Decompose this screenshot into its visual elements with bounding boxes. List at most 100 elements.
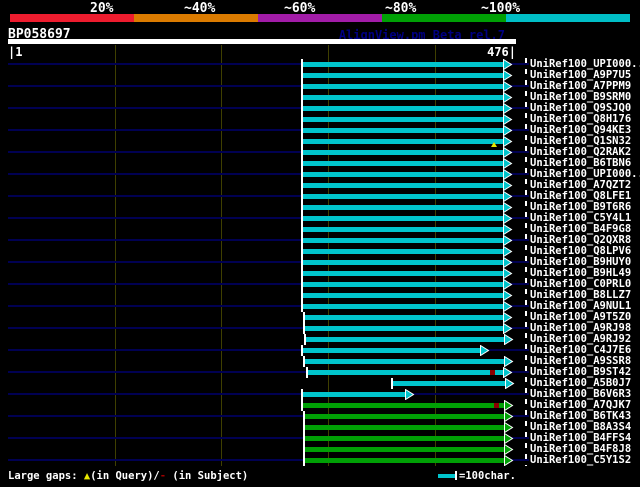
subject-gap-marker bbox=[493, 403, 499, 408]
arrowhead-icon bbox=[503, 114, 513, 125]
alignment-start-tick bbox=[300, 389, 303, 400]
alignment-bar[interactable] bbox=[302, 304, 504, 309]
arrowhead-icon bbox=[503, 290, 513, 301]
alignment-start-tick bbox=[300, 202, 303, 213]
alignment-bar[interactable] bbox=[302, 260, 504, 265]
arrowhead-icon bbox=[503, 257, 513, 268]
arrowhead-icon bbox=[504, 455, 514, 466]
alignment-bar[interactable] bbox=[302, 403, 505, 408]
alignment-bar[interactable] bbox=[304, 447, 505, 452]
alignment-start-tick bbox=[300, 147, 303, 158]
alignment-start-tick bbox=[300, 345, 303, 356]
arrowhead-icon bbox=[503, 158, 513, 169]
arrowhead-icon bbox=[503, 301, 513, 312]
alignment-start-tick bbox=[300, 70, 303, 81]
arrowhead-icon bbox=[504, 400, 514, 411]
alignment-bar[interactable] bbox=[304, 414, 505, 419]
arrowhead-icon bbox=[503, 246, 513, 257]
alignment-start-tick bbox=[300, 290, 303, 301]
alignment-bar[interactable] bbox=[304, 359, 505, 364]
arrowhead-icon bbox=[503, 213, 513, 224]
alignment-bar[interactable] bbox=[302, 194, 504, 199]
query-gap-marker bbox=[490, 142, 497, 147]
alignment-start-tick bbox=[300, 158, 303, 169]
alignment-bar[interactable] bbox=[302, 183, 504, 188]
alignment-start-tick bbox=[300, 114, 303, 125]
arrowhead-icon bbox=[503, 224, 513, 235]
alignment-start-tick bbox=[300, 92, 303, 103]
alignment-bar[interactable] bbox=[304, 425, 505, 430]
alignment-bar[interactable] bbox=[304, 326, 504, 331]
alignment-bar[interactable] bbox=[302, 73, 504, 78]
hit-label[interactable]: UniRef100_C5Y1S2 bbox=[530, 455, 631, 466]
alignment-bar[interactable] bbox=[302, 271, 504, 276]
alignment-bar[interactable] bbox=[304, 436, 505, 441]
alignment-start-tick bbox=[302, 356, 305, 367]
alignment-bar[interactable] bbox=[302, 392, 406, 397]
scale-sample-label: =100char. bbox=[459, 470, 516, 482]
alignment-bar[interactable] bbox=[302, 128, 504, 133]
arrowhead-icon bbox=[504, 422, 514, 433]
alignment-start-tick bbox=[391, 378, 394, 389]
arrowhead-icon bbox=[503, 92, 513, 103]
alignment-start-tick bbox=[300, 400, 303, 411]
query-gap-legend-text: (in Query)/ bbox=[90, 470, 160, 482]
arrowhead-icon bbox=[503, 323, 513, 334]
arrowhead-icon bbox=[503, 279, 513, 290]
arrowhead-icon bbox=[503, 125, 513, 136]
alignment-start-tick bbox=[300, 213, 303, 224]
alignment-start-tick bbox=[300, 279, 303, 290]
alignment-start-tick bbox=[300, 246, 303, 257]
alignment-bar[interactable] bbox=[304, 315, 504, 320]
alignment-bar[interactable] bbox=[302, 117, 504, 122]
alignment-start-tick bbox=[300, 257, 303, 268]
gaps-legend: Large gaps: ▲(in Query)/- (in Subject) bbox=[8, 470, 248, 482]
alignment-start-tick bbox=[300, 81, 303, 92]
alignview-screen: 20% ~40% ~60% ~80% ~100% BP058697 AlignView.… bbox=[0, 0, 640, 487]
arrowhead-icon bbox=[503, 180, 513, 191]
alignment-start-tick bbox=[300, 136, 303, 147]
alignment-start-tick bbox=[300, 59, 303, 70]
alignment-bar[interactable] bbox=[307, 370, 504, 375]
alignment-bar[interactable] bbox=[302, 150, 504, 155]
alignment-start-tick bbox=[302, 455, 305, 466]
alignment-bar[interactable] bbox=[302, 227, 504, 232]
arrowhead-icon bbox=[503, 312, 513, 323]
arrowhead-icon bbox=[503, 147, 513, 158]
alignment-bar[interactable] bbox=[302, 84, 504, 89]
scale-sample-bar bbox=[438, 474, 455, 478]
arrowhead-icon bbox=[479, 345, 490, 356]
alignment-bar[interactable] bbox=[302, 161, 504, 166]
arrowhead-icon bbox=[503, 59, 513, 70]
alignment-start-tick bbox=[305, 367, 308, 378]
arrowhead-icon bbox=[503, 367, 513, 378]
alignment-start-tick bbox=[300, 235, 303, 246]
alignment-start-tick bbox=[300, 103, 303, 114]
arrowhead-icon bbox=[503, 81, 513, 92]
alignment-start-tick bbox=[302, 433, 305, 444]
alignment-bar[interactable] bbox=[302, 293, 504, 298]
alignment-bar[interactable] bbox=[302, 95, 504, 100]
alignment-bar[interactable] bbox=[304, 458, 505, 463]
alignment-bar[interactable] bbox=[302, 106, 504, 111]
arrowhead-icon bbox=[503, 103, 513, 114]
alignment-bar[interactable] bbox=[302, 282, 504, 287]
alignment-start-tick bbox=[302, 444, 305, 455]
alignment-bar[interactable] bbox=[302, 172, 504, 177]
arrowhead-icon bbox=[503, 268, 513, 279]
alignment-bar[interactable] bbox=[302, 216, 504, 221]
arrowhead-icon bbox=[504, 356, 514, 367]
alignment-bar[interactable] bbox=[302, 348, 480, 353]
subject-gap-legend-text: (in Subject) bbox=[166, 470, 249, 482]
alignment-bar[interactable] bbox=[393, 381, 506, 386]
alignment-bar[interactable] bbox=[305, 337, 505, 342]
alignment-bar[interactable] bbox=[302, 249, 504, 254]
alignment-bar[interactable] bbox=[302, 139, 504, 144]
alignment-bar[interactable] bbox=[302, 205, 504, 210]
arrowhead-icon bbox=[503, 136, 513, 147]
arrowhead-icon bbox=[503, 191, 513, 202]
alignment-start-tick bbox=[300, 224, 303, 235]
scale-sample-end-tick bbox=[455, 471, 457, 480]
alignment-bar[interactable] bbox=[302, 238, 504, 243]
alignment-bar[interactable] bbox=[302, 62, 504, 67]
